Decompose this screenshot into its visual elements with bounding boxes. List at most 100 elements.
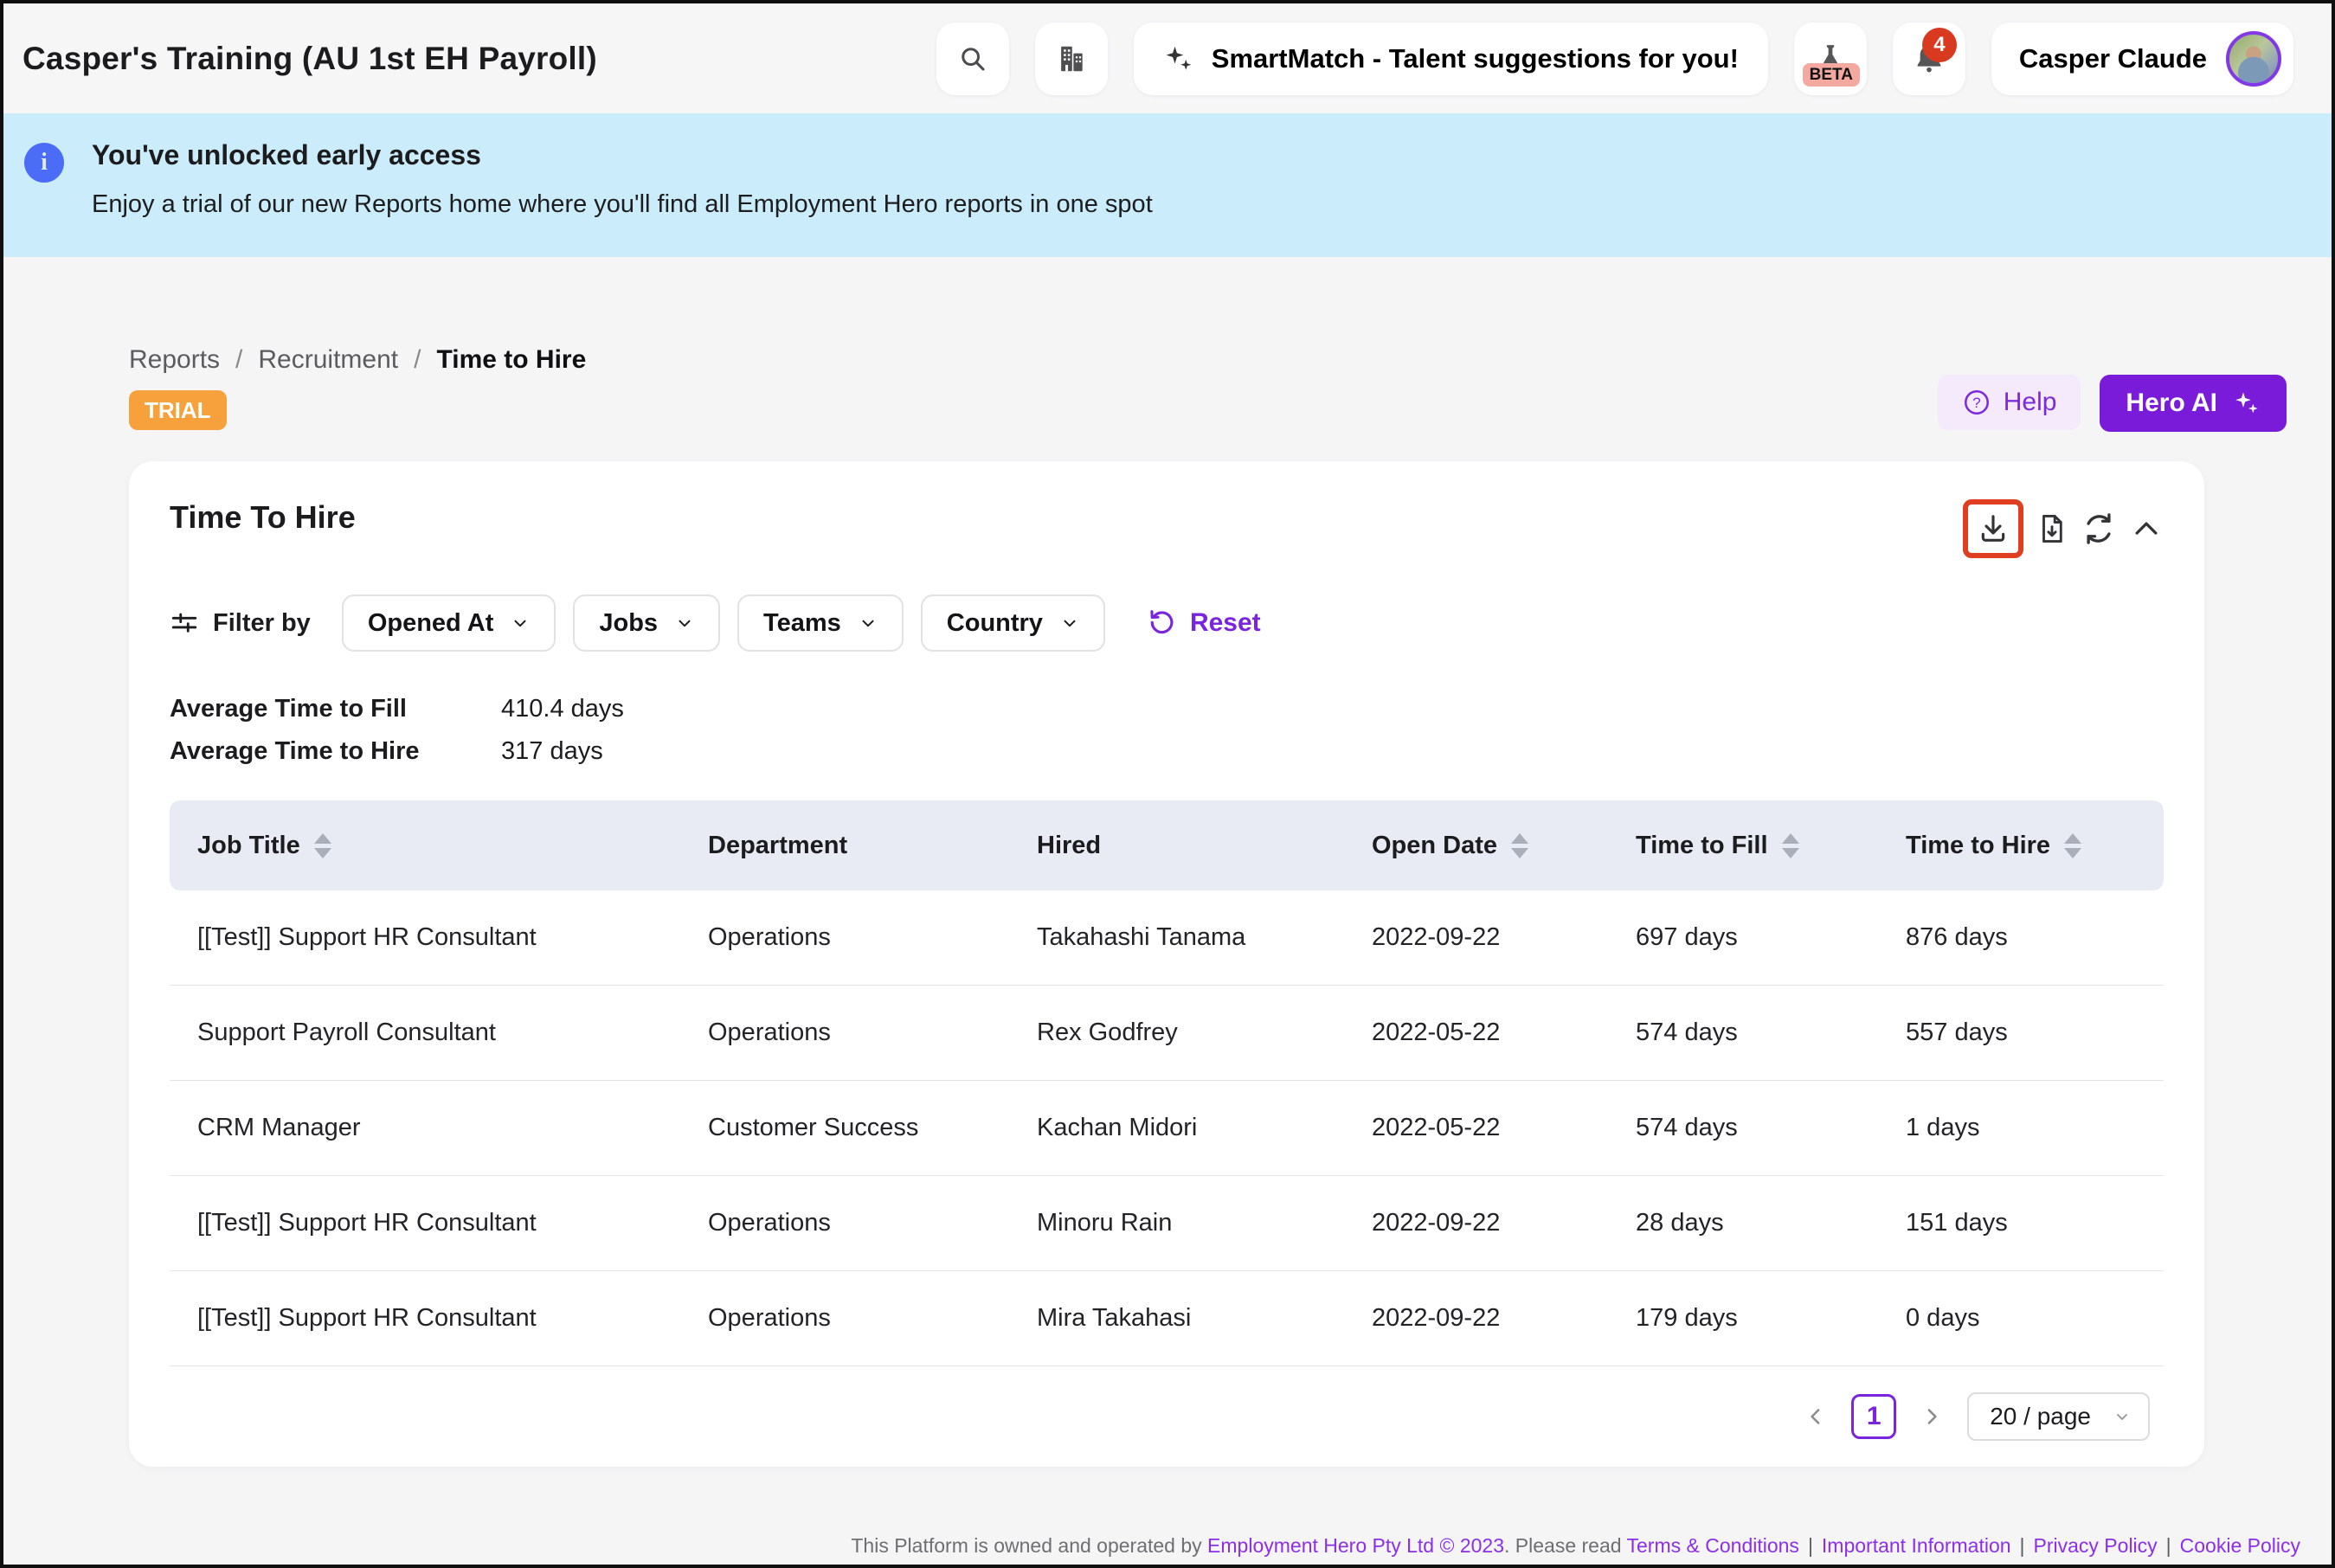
export-file-button[interactable]: [2036, 511, 2068, 546]
cell-time-to-hire: 557 days: [1906, 1019, 2136, 1047]
reset-filters-button[interactable]: Reset: [1147, 608, 1261, 638]
time-to-hire-card: Time To Hire: [129, 461, 2204, 1467]
chevron-left-icon: [1803, 1404, 1829, 1430]
user-menu-button[interactable]: Casper Claude: [1991, 22, 2293, 95]
banner-description: Enjoy a trial of our new Reports home wh…: [92, 190, 1153, 219]
labs-button[interactable]: BETA: [1794, 22, 1867, 95]
question-circle-icon: ?: [1962, 388, 1991, 417]
next-page-button[interactable]: [1919, 1404, 1945, 1430]
table-row: CRM Manager Customer Success Kachan Mido…: [170, 1081, 2164, 1176]
cookie-policy-link[interactable]: Cookie Policy: [2180, 1534, 2300, 1557]
smartmatch-banner-button[interactable]: SmartMatch - Talent suggestions for you!: [1134, 22, 1768, 95]
chevron-down-icon: [859, 614, 878, 633]
cell-time-to-hire: 151 days: [1906, 1209, 2136, 1237]
filter-bar: Filter by Opened At Jobs Teams: [170, 594, 2164, 652]
previous-page-button[interactable]: [1803, 1404, 1829, 1430]
filter-teams-label: Teams: [763, 609, 841, 638]
cell-time-to-fill: 28 days: [1636, 1209, 1906, 1237]
banner-title: You've unlocked early access: [92, 139, 1153, 171]
early-access-banner: i You've unlocked early access Enjoy a t…: [3, 113, 2332, 257]
card-actions: [1963, 499, 2164, 558]
chevron-right-icon: [1919, 1404, 1945, 1430]
chevron-down-icon: [675, 614, 694, 633]
page-size-select[interactable]: 20 / page: [1967, 1392, 2150, 1441]
chevron-down-icon: [2113, 1408, 2131, 1425]
main-content: ? Help Hero AI Reports / Recruitment / T…: [3, 345, 2332, 1467]
sort-arrows-icon: [1782, 833, 1799, 858]
breadcrumb-recruitment[interactable]: Recruitment: [258, 345, 398, 375]
metric-value: 410.4 days: [501, 695, 2164, 723]
notification-count-badge: 4: [1922, 28, 1957, 62]
pagination: 1 20 / page: [170, 1392, 2164, 1441]
filter-opened-at[interactable]: Opened At: [342, 594, 556, 652]
cell-time-to-hire: 0 days: [1906, 1304, 2136, 1333]
metric-avg-time-to-hire: Average Time to Hire 317 days: [170, 737, 2164, 766]
cell-time-to-fill: 574 days: [1636, 1114, 1906, 1142]
table-row: [[Test]] Support HR Consultant Operation…: [170, 1271, 2164, 1366]
column-header-department: Department: [708, 832, 1037, 860]
table-header-row: Job Title Department Hired Open Date Tim…: [170, 800, 2164, 890]
column-label: Hired: [1037, 832, 1101, 860]
chevron-up-icon: [2129, 511, 2164, 546]
cell-hired: Rex Godfrey: [1037, 1019, 1372, 1047]
help-button[interactable]: ? Help: [1938, 375, 2081, 430]
refresh-button[interactable]: [2081, 511, 2117, 547]
cell-open-date: 2022-09-22: [1372, 1304, 1636, 1333]
app-header: Casper's Training (AU 1st EH Payroll): [3, 3, 2332, 113]
table-row: [[Test]] Support HR Consultant Operation…: [170, 890, 2164, 986]
breadcrumb-reports[interactable]: Reports: [129, 345, 220, 375]
cell-job-title: [[Test]] Support HR Consultant: [197, 1304, 708, 1333]
cell-time-to-fill: 697 days: [1636, 923, 1906, 952]
filter-jobs-label: Jobs: [599, 609, 658, 638]
header-actions: SmartMatch - Talent suggestions for you!…: [936, 22, 2293, 95]
sort-arrows-icon: [2064, 833, 2081, 858]
cell-job-title: CRM Manager: [197, 1114, 708, 1142]
column-header-time-to-fill[interactable]: Time to Fill: [1636, 832, 1906, 860]
banner-text: You've unlocked early access Enjoy a tri…: [92, 139, 1153, 257]
filter-dropdowns: Opened At Jobs Teams: [342, 594, 1105, 652]
card-header: Time To Hire: [170, 499, 2164, 558]
organisation-button[interactable]: [1035, 22, 1108, 95]
filter-jobs[interactable]: Jobs: [573, 594, 720, 652]
hero-ai-button[interactable]: Hero AI: [2100, 375, 2287, 432]
cell-hired: Kachan Midori: [1037, 1114, 1372, 1142]
filter-country[interactable]: Country: [921, 594, 1105, 652]
terms-link[interactable]: Terms & Conditions: [1627, 1534, 1799, 1557]
metric-label: Average Time to Fill: [170, 695, 501, 723]
filter-by-label: Filter by: [213, 609, 311, 638]
cell-hired: Mira Takahasi: [1037, 1304, 1372, 1333]
notifications-button[interactable]: 4: [1893, 22, 1965, 95]
platform-footer: This Platform is owned and operated by E…: [3, 1534, 2300, 1558]
sort-arrows-icon: [1511, 833, 1528, 858]
column-header-job-title[interactable]: Job Title: [197, 832, 708, 860]
column-header-open-date[interactable]: Open Date: [1372, 832, 1636, 860]
download-button[interactable]: [1976, 511, 2010, 546]
chevron-down-icon: [511, 614, 530, 633]
cell-open-date: 2022-09-22: [1372, 1209, 1636, 1237]
column-header-hired: Hired: [1037, 832, 1372, 860]
privacy-policy-link[interactable]: Privacy Policy: [2034, 1534, 2158, 1557]
filter-sliders-icon: [170, 608, 199, 638]
breadcrumb-separator: /: [414, 345, 421, 375]
filter-teams[interactable]: Teams: [737, 594, 904, 652]
metric-value: 317 days: [501, 737, 2164, 766]
cell-job-title: [[Test]] Support HR Consultant: [197, 1209, 708, 1237]
column-header-time-to-hire[interactable]: Time to Hire: [1906, 832, 2136, 860]
important-information-link[interactable]: Important Information: [1822, 1534, 2011, 1557]
breadcrumb: Reports / Recruitment / Time to Hire: [129, 345, 2332, 375]
download-icon: [1976, 511, 2010, 546]
page-number[interactable]: 1: [1851, 1394, 1896, 1439]
export-file-icon: [2036, 511, 2068, 546]
company-link[interactable]: Employment Hero Pty Ltd © 2023: [1207, 1534, 1504, 1557]
collapse-button[interactable]: [2129, 511, 2164, 546]
cell-department: Operations: [708, 1304, 1037, 1333]
beta-badge: BETA: [1803, 63, 1860, 87]
search-button[interactable]: [936, 22, 1009, 95]
cell-department: Customer Success: [708, 1114, 1037, 1142]
smartmatch-label: SmartMatch - Talent suggestions for you!: [1212, 43, 1739, 74]
cell-open-date: 2022-09-22: [1372, 923, 1636, 952]
column-label: Open Date: [1372, 832, 1497, 860]
org-title: Casper's Training (AU 1st EH Payroll): [23, 41, 597, 77]
column-label: Time to Hire: [1906, 832, 2050, 860]
metric-avg-time-to-fill: Average Time to Fill 410.4 days: [170, 695, 2164, 723]
